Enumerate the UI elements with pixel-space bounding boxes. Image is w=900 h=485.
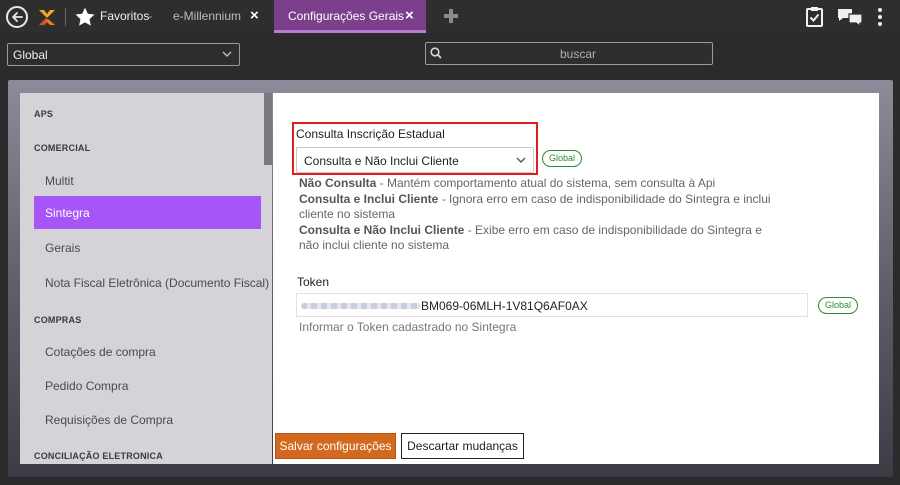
option-name: Consulta e Inclui Cliente xyxy=(299,192,439,206)
scope-value: Global xyxy=(13,48,48,62)
tab-emillennium[interactable]: e-Millennium xyxy=(173,9,241,23)
filter-bar: Global xyxy=(0,33,900,75)
clipboard-check-icon[interactable] xyxy=(806,6,823,27)
sidebar-item-cotacoes[interactable]: Cotações de compra xyxy=(45,345,156,359)
search-icon xyxy=(430,47,442,59)
chat-icon[interactable] xyxy=(837,8,863,26)
close-icon[interactable]: × xyxy=(405,8,414,24)
option-description-consulta-inclui: Consulta e Inclui Cliente - Ignora erro … xyxy=(299,192,799,206)
scope-badge: Global xyxy=(818,297,859,314)
option-description-continued: cliente no sistema xyxy=(299,207,396,221)
scope-badge: Global xyxy=(542,150,583,167)
redacted-token-prefix xyxy=(301,303,421,309)
sidebar-item-sintegra[interactable]: Sintegra xyxy=(34,196,261,229)
back-button[interactable] xyxy=(6,6,28,28)
tab-label: Configurações Gerais xyxy=(288,9,405,23)
settings-sidebar: APS COMERCIAL Multit Sintegra Gerais Not… xyxy=(20,93,272,464)
chevron-down-icon[interactable]: ⌄ xyxy=(147,11,154,20)
token-input[interactable]: BM069-06MLH-1V81Q6AF0AX xyxy=(296,293,808,317)
option-name: Consulta e Não Inclui Cliente xyxy=(299,223,465,237)
save-settings-button[interactable]: Salvar configurações xyxy=(275,433,396,459)
favorites-menu[interactable]: Favoritos xyxy=(100,9,149,23)
close-icon[interactable]: × xyxy=(250,8,259,24)
search-input[interactable] xyxy=(448,45,708,62)
chevron-down-icon xyxy=(222,51,232,57)
sidebar-item-nfe[interactable]: Nota Fiscal Eletrônica (Documento Fiscal… xyxy=(45,276,269,290)
token-field-label: Token xyxy=(297,275,330,289)
option-text: - Ignora erro em caso de indisponibilida… xyxy=(438,192,771,206)
sidebar-header-aps[interactable]: APS xyxy=(34,109,53,119)
option-text: - Exibe erro em caso de indisponibilidad… xyxy=(464,223,762,237)
sidebar-item-label: Sintegra xyxy=(45,206,90,220)
option-text: - Mantém comportamento atual do sistema,… xyxy=(376,176,716,190)
sidebar-header-conciliacao[interactable]: CONCILIAÇÃO ELETRONICA xyxy=(34,451,163,461)
sidebar-item-requisicoes[interactable]: Requisições de Compra xyxy=(45,413,173,427)
discard-changes-button[interactable]: Descartar mudanças xyxy=(401,433,524,459)
star-icon[interactable] xyxy=(74,6,96,28)
option-description-continued: não inclui cliente no sistema xyxy=(299,238,450,252)
top-tab-bar: Favoritos ⌄ e-Millennium × Configurações… xyxy=(0,0,900,33)
logo-icon xyxy=(39,10,55,25)
sidebar-header-compras[interactable]: COMPRAS xyxy=(34,315,81,325)
plus-icon[interactable] xyxy=(444,9,458,23)
sidebar-item-pedido-compra[interactable]: Pedido Compra xyxy=(45,379,128,393)
sidebar-header-comercial[interactable]: COMERCIAL xyxy=(34,143,90,153)
sidebar-scrollbar[interactable] xyxy=(264,93,272,165)
scope-select[interactable]: Global xyxy=(7,43,240,66)
option-description-nao-consulta: Não Consulta - Mantém comportamento atua… xyxy=(299,176,799,190)
token-help-text: Informar o Token cadastrado no Sintegra xyxy=(299,320,517,334)
tab-configuracoes-gerais[interactable]: Configurações Gerais × xyxy=(274,0,426,33)
search-box[interactable] xyxy=(425,42,713,65)
more-vertical-icon[interactable] xyxy=(877,7,883,27)
divider xyxy=(65,8,66,26)
sidebar-item-gerais[interactable]: Gerais xyxy=(45,241,80,255)
sidebar-item-multit[interactable]: Multit xyxy=(45,174,74,188)
option-name: Não Consulta xyxy=(299,176,377,190)
option-description-consulta-nao-inclui: Consulta e Não Inclui Cliente - Exibe er… xyxy=(299,223,799,237)
back-arrow-icon xyxy=(12,12,23,22)
token-value: BM069-06MLH-1V81Q6AF0AX xyxy=(421,299,588,313)
highlight-box xyxy=(292,122,538,175)
